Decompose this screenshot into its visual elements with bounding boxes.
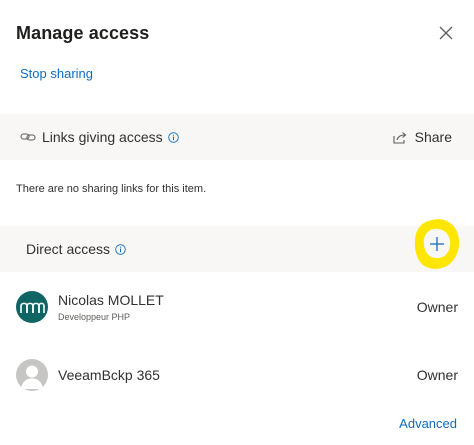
manage-access-panel: Manage access Stop sharing Links giving … bbox=[0, 0, 474, 445]
generic-person-avatar bbox=[16, 359, 48, 391]
person-role[interactable]: Owner bbox=[417, 299, 458, 315]
person-icon bbox=[21, 365, 43, 389]
add-direct-access-button[interactable] bbox=[412, 214, 462, 274]
links-section-label: Links giving access bbox=[42, 129, 163, 145]
nm-logo-avatar bbox=[16, 291, 48, 323]
direct-section-header: Direct access bbox=[26, 241, 126, 257]
share-button[interactable]: Share bbox=[393, 114, 452, 160]
links-section-header: Links giving access bbox=[20, 129, 179, 145]
person-name: VeeamBckp 365 bbox=[58, 367, 160, 383]
no-links-message: There are no sharing links for this item… bbox=[16, 183, 207, 195]
links-giving-access-section: Links giving access Share bbox=[0, 114, 474, 160]
plus-icon bbox=[430, 237, 444, 251]
person-row-nicolas-mollet[interactable]: Nicolas MOLLET Developpeur PHP Owner bbox=[16, 287, 458, 327]
dialog-header: Manage access bbox=[16, 18, 458, 48]
info-icon bbox=[115, 243, 126, 255]
advanced-link[interactable]: Advanced bbox=[399, 416, 457, 431]
direct-info-icon[interactable] bbox=[115, 243, 126, 255]
close-icon bbox=[439, 26, 453, 40]
links-info-icon[interactable] bbox=[167, 131, 179, 143]
close-button[interactable] bbox=[434, 21, 458, 45]
info-icon bbox=[167, 131, 179, 143]
dialog-title: Manage access bbox=[16, 22, 150, 43]
nm-logo-icon bbox=[20, 302, 45, 313]
direct-access-section: Direct access bbox=[0, 226, 474, 272]
person-job-title: Developpeur PHP bbox=[58, 312, 131, 322]
share-icon bbox=[393, 131, 406, 144]
direct-access-label: Direct access bbox=[26, 241, 111, 257]
person-info: VeeamBckp 365 bbox=[58, 367, 160, 383]
person-row-veeambckp-365[interactable]: VeeamBckp 365 Owner bbox=[16, 355, 458, 395]
share-label: Share bbox=[414, 129, 452, 145]
person-info: Nicolas MOLLET Developpeur PHP bbox=[58, 292, 164, 322]
link-icon bbox=[20, 133, 36, 141]
stop-sharing-link[interactable]: Stop sharing bbox=[20, 66, 93, 81]
person-role[interactable]: Owner bbox=[417, 367, 458, 383]
person-name: Nicolas MOLLET bbox=[58, 292, 164, 308]
